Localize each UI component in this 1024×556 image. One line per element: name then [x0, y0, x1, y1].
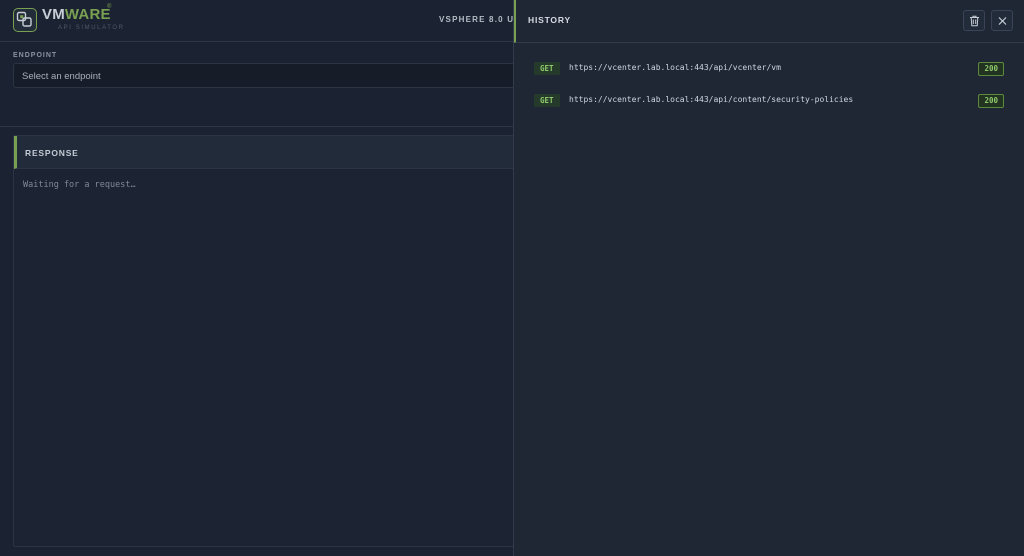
- history-title: HISTORY: [528, 15, 571, 25]
- history-url: https://vcenter.lab.local:443/api/vcente…: [569, 63, 781, 72]
- history-entry[interactable]: GET https://vcenter.lab.local:443/api/vc…: [534, 62, 1004, 78]
- response-header: RESPONSE: [14, 136, 522, 169]
- status-badge: 200: [978, 94, 1004, 108]
- brand-name: VMWARE: [42, 6, 111, 23]
- main-panel: VMWARE ® API SIMULATOR VSPHERE 8.0 U END…: [0, 0, 523, 556]
- trash-icon: [970, 15, 979, 27]
- endpoint-placeholder: Select an endpoint: [22, 71, 101, 82]
- method-badge: GET: [534, 62, 560, 75]
- version-label: VSPHERE 8.0 U: [439, 15, 515, 24]
- close-icon: [998, 17, 1007, 25]
- history-url: https://vcenter.lab.local:443/api/conten…: [569, 95, 854, 104]
- response-panel: RESPONSE Waiting for a request…: [13, 135, 523, 547]
- endpoint-label: ENDPOINT: [13, 52, 58, 59]
- endpoint-select[interactable]: Select an endpoint: [13, 63, 523, 88]
- method-badge: GET: [534, 94, 560, 107]
- vmware-logo-icon: [13, 8, 37, 32]
- brand-subtitle: API SIMULATOR: [58, 25, 125, 31]
- status-badge: 200: [978, 62, 1004, 76]
- close-history-button[interactable]: [991, 10, 1013, 31]
- response-title: RESPONSE: [25, 148, 79, 158]
- history-drawer: HISTORY GET https://vcenter.lab.local:44…: [513, 0, 1024, 556]
- response-body: Waiting for a request…: [23, 180, 136, 190]
- section-divider: [0, 126, 513, 127]
- history-header: HISTORY: [514, 0, 1024, 43]
- app-header: VMWARE ® API SIMULATOR VSPHERE 8.0 U: [0, 0, 513, 42]
- history-entry[interactable]: GET https://vcenter.lab.local:443/api/co…: [534, 94, 1004, 110]
- registered-mark: ®: [107, 4, 112, 10]
- clear-history-button[interactable]: [963, 10, 985, 31]
